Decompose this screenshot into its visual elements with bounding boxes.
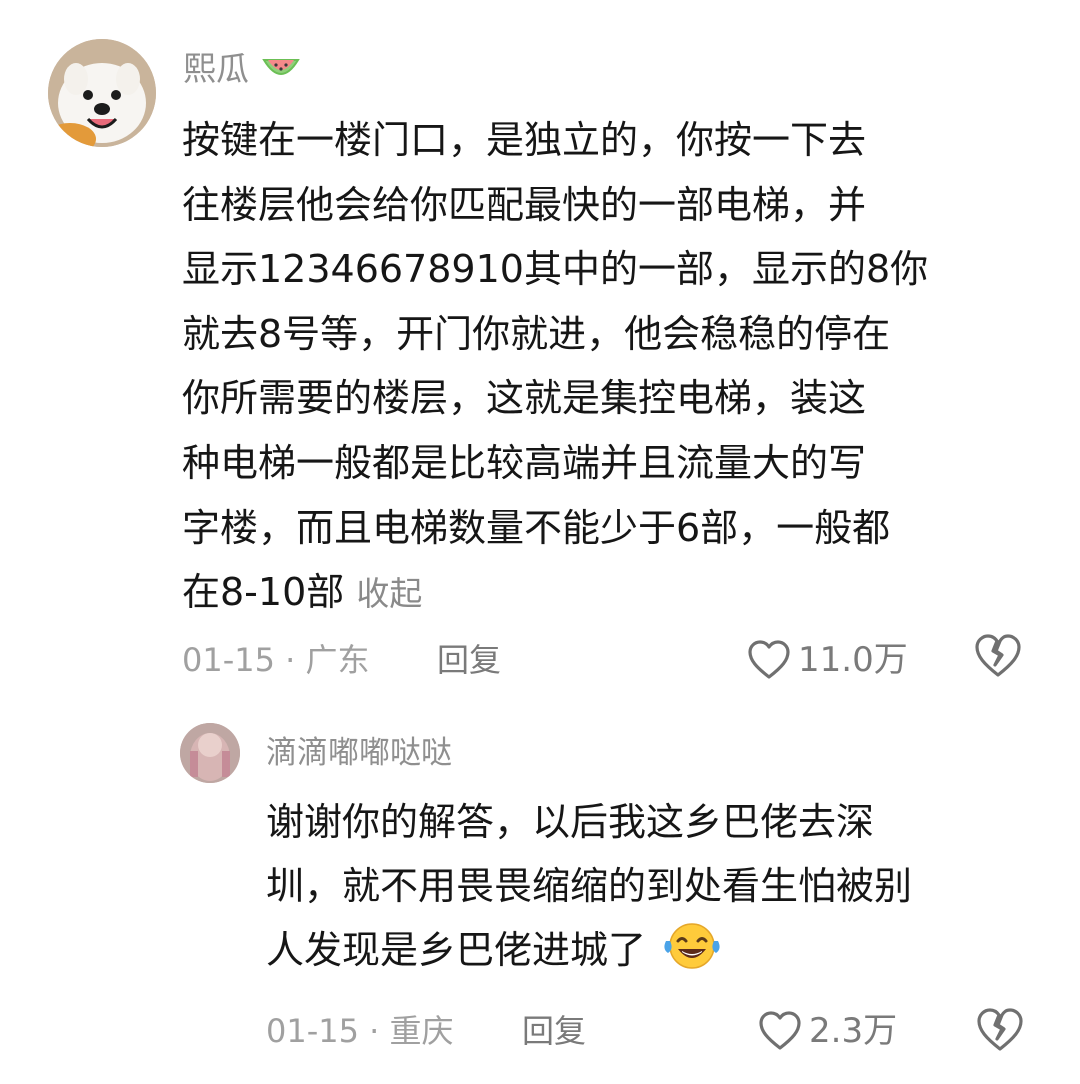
- user-avatar-image: [180, 723, 240, 783]
- comment-text-line: 字楼，而且电梯数量不能少于6部，一般都: [182, 505, 891, 550]
- comment-meta: 01-15 · 重庆: [266, 1012, 454, 1050]
- collapse-link[interactable]: 收起: [356, 574, 422, 613]
- dislike-button[interactable]: [975, 1007, 1025, 1057]
- broken-heart-icon: [975, 634, 1021, 677]
- username[interactable]: 滴滴嘟嘟哒哒: [266, 729, 452, 777]
- like-count: 11.0万: [798, 640, 908, 680]
- username-text[interactable]: 熙瓜: [183, 49, 249, 88]
- comment-text-line: 人发现是乡巴佬进城了: [266, 928, 647, 972]
- reply-button[interactable]: 回复: [437, 632, 501, 688]
- comment-text-line: 在8-10部: [182, 570, 345, 615]
- comment-text-line: 往楼层他会给你匹配最快的一部电梯，并: [182, 182, 867, 227]
- like-button[interactable]: 11.0万: [746, 632, 908, 688]
- heart-icon: [759, 1011, 801, 1050]
- username[interactable]: 熙瓜: [183, 44, 302, 94]
- avatar[interactable]: [180, 723, 240, 783]
- comment-text: 谢谢你的解答，以后我这乡巴佬去深 圳，就不用畏畏缩缩的到处看生怕被别 人发现是乡…: [266, 790, 912, 982]
- comment-text-line: 按键在一楼门口，是独立的，你按一下去: [182, 118, 867, 162]
- like-count: 2.3万: [809, 1011, 898, 1051]
- laughing-tears-emoji-icon: [664, 923, 720, 969]
- comment-text-line: 你所需要的楼层，这就是集控电梯，装这: [182, 376, 867, 421]
- comment-text-line: 谢谢你的解答，以后我这乡巴佬去深: [266, 800, 875, 844]
- heart-icon: [748, 640, 790, 679]
- comment-text-line: 种电梯一般都是比较高端并且流量大的写: [182, 440, 867, 485]
- reply-button[interactable]: 回复: [522, 1003, 586, 1059]
- avatar[interactable]: [48, 39, 156, 147]
- dog-avatar-image: [48, 39, 156, 147]
- watermelon-emoji-icon: [261, 59, 300, 75]
- like-button[interactable]: 2.3万: [757, 1003, 897, 1059]
- comment-text-line: 就去8号等，开门你就进，他会稳稳的停在: [182, 311, 891, 356]
- comment-text: 按键在一楼门口，是独立的，你按一下去 往楼层他会给你匹配最快的一部电梯，并 显示…: [182, 108, 928, 627]
- comment-text-line: 显示12346678910其中的一部，显示的8你: [182, 247, 929, 292]
- dislike-button[interactable]: [973, 633, 1023, 683]
- comment-meta: 01-15 · 广东: [182, 641, 370, 679]
- comment-text-line: 圳，就不用畏畏缩缩的到处看生怕被别: [266, 864, 913, 908]
- broken-heart-icon: [977, 1008, 1023, 1051]
